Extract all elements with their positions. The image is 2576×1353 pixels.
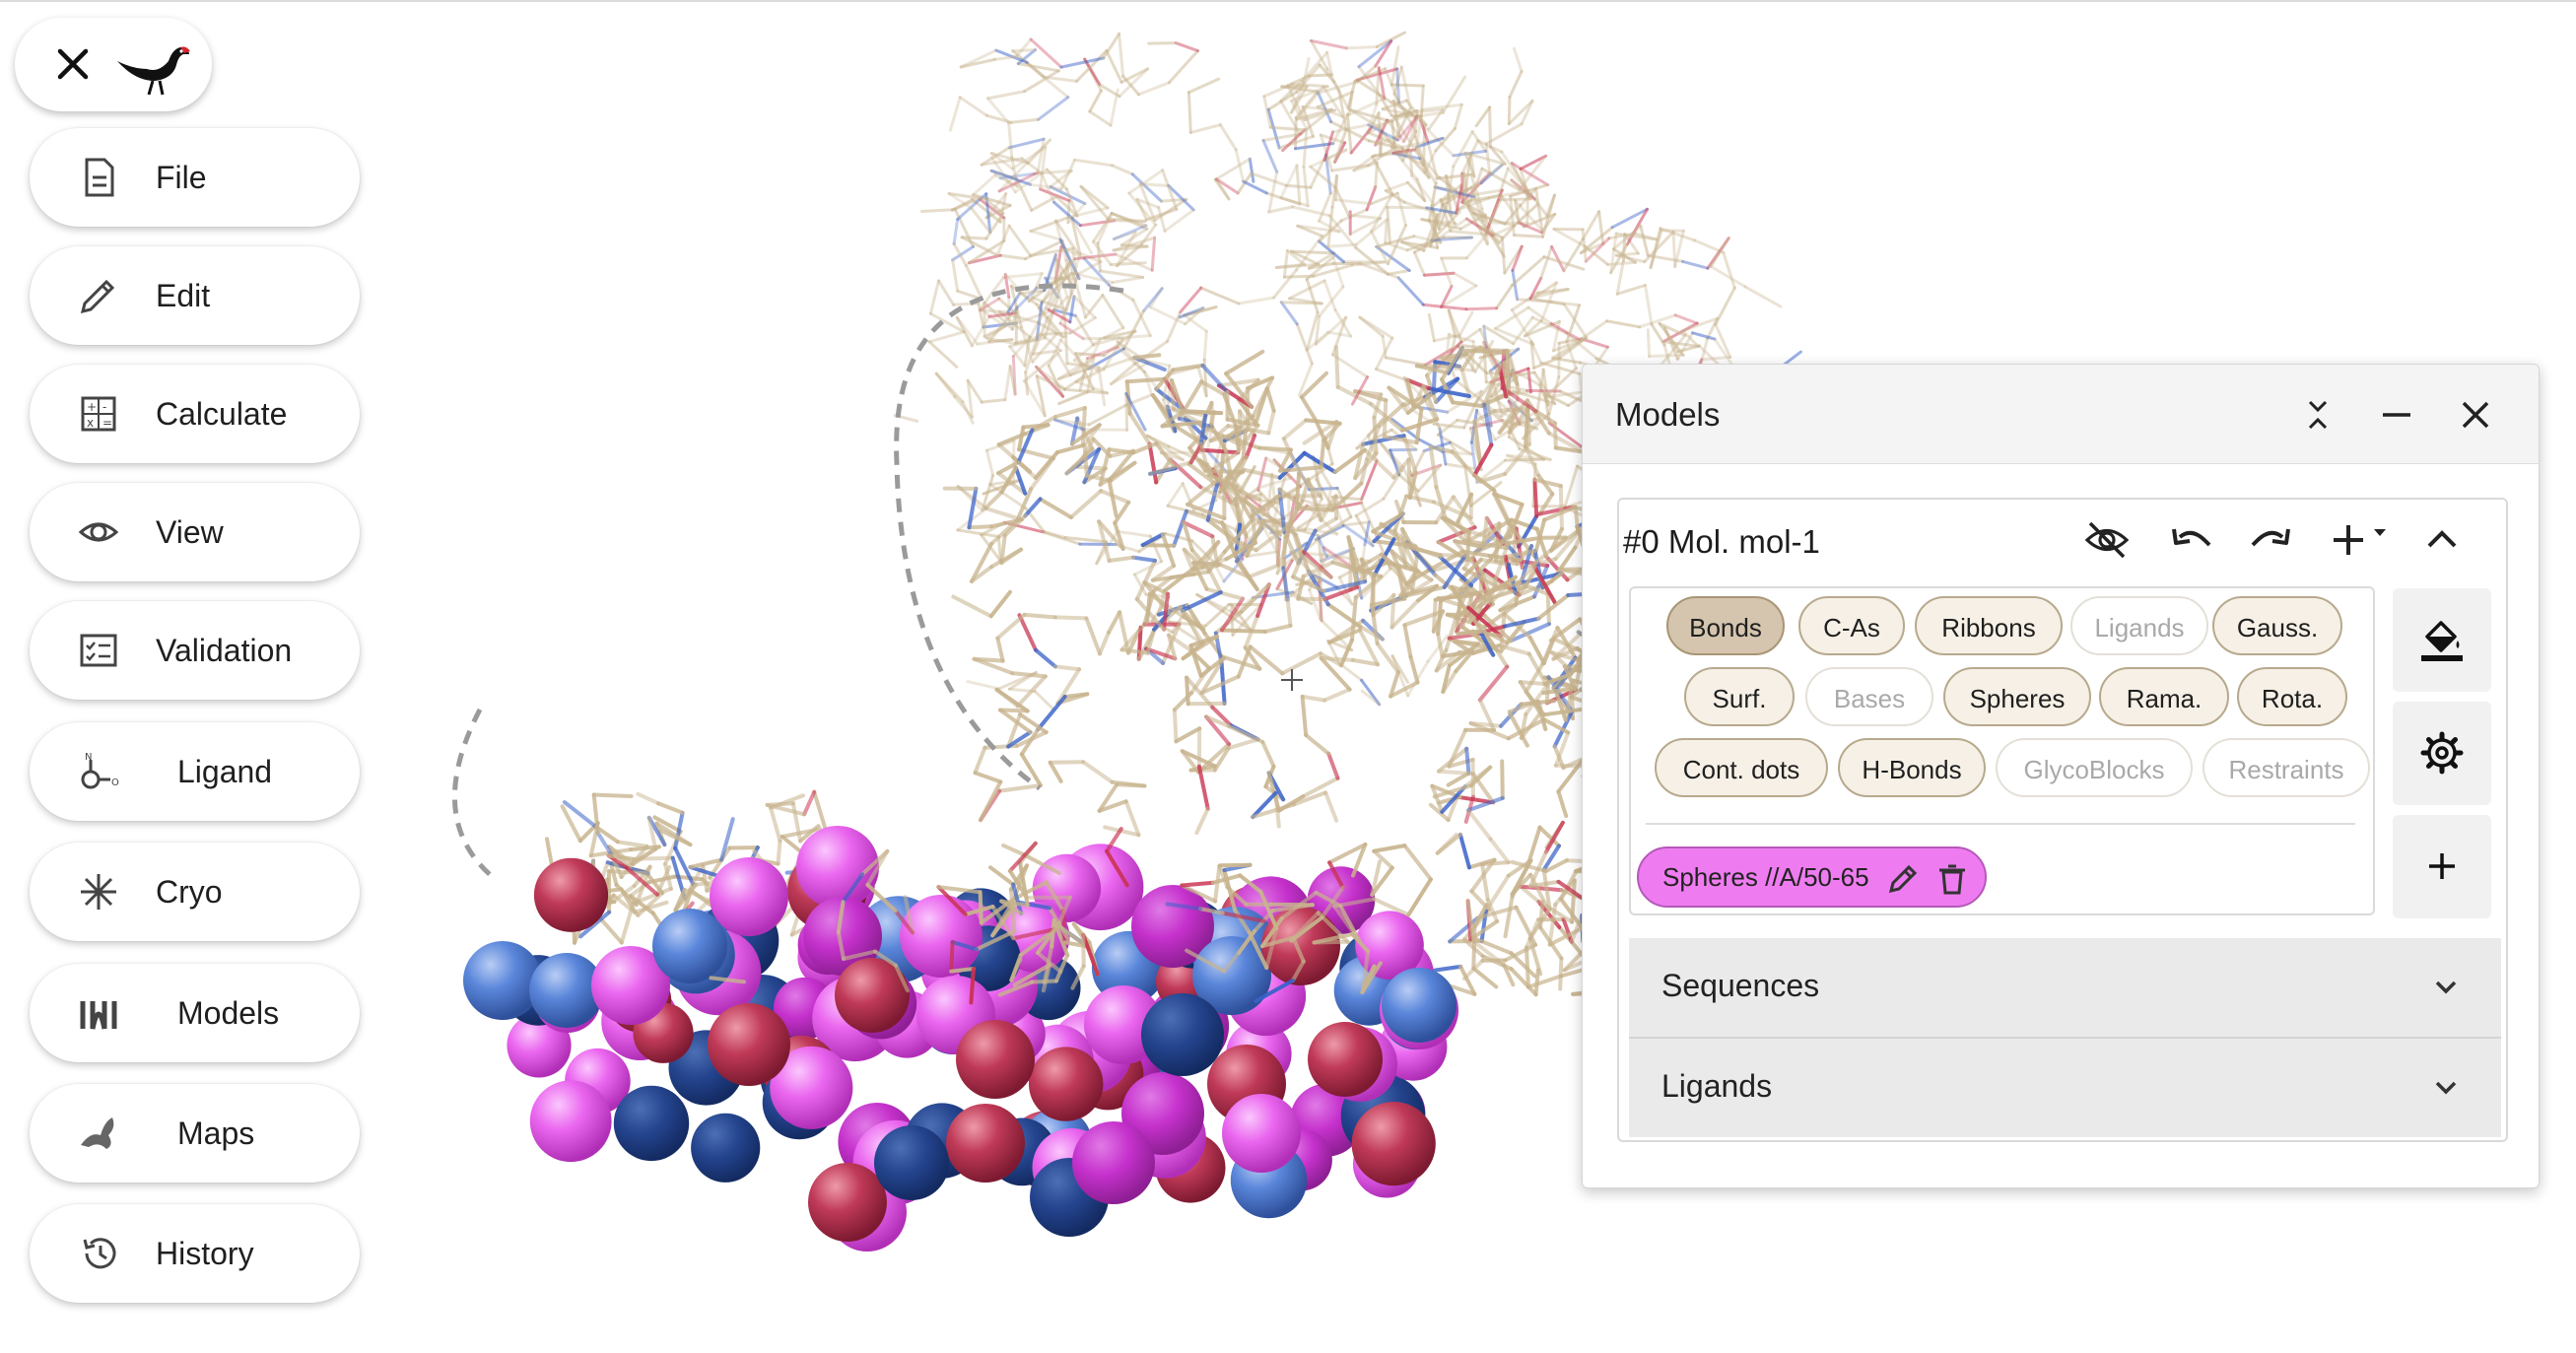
maps-icon [77,1112,120,1155]
chip-h-bonds[interactable]: H-Bonds [1838,738,1986,797]
menu-label: Calculate [156,394,287,434]
minimize-icon[interactable] [2376,394,2417,436]
add-representation-button[interactable] [2393,815,2491,918]
pencil-icon [77,274,120,317]
menu-label: Models [177,993,279,1033]
model-card: #0 Mol. mol-1 BondsC-AsRibbonsLigandsGau… [1617,498,2508,1142]
add-dropdown-icon[interactable] [2329,515,2392,565]
chip-restraints: Restraints [2203,738,2370,797]
app-logo-pill [15,18,212,111]
sequences-accordion-label: Sequences [1661,968,1819,1004]
snowflake-icon [77,870,120,913]
eye-icon [77,510,120,554]
ligands-accordion-label: Ligands [1661,1068,1772,1105]
svg-text:x: x [87,416,94,430]
menu-label: Validation [156,631,292,670]
chevron-up-icon[interactable] [2417,515,2467,565]
chip-gauss[interactable]: Gauss. [2212,596,2342,655]
chip-rama[interactable]: Rama. [2099,667,2229,726]
models-panel-header[interactable]: Models [1583,365,2539,464]
menu-history-button[interactable]: History [30,1204,360,1303]
custom-representation-label: Spheres //A/50-65 [1662,862,1869,893]
molecule-icon: NO [77,750,120,793]
menu-view-button[interactable]: View [30,483,360,581]
calculator-icon: +-x = [77,392,120,436]
paint-bucket-icon [2417,615,2467,664]
color-fill-button[interactable] [2393,588,2491,692]
svg-text:+: + [87,400,97,414]
menu-ligand-button[interactable]: NOLigand [30,722,360,821]
chip-c-as[interactable]: C-As [1798,596,1905,655]
redo-icon[interactable] [2247,515,2296,565]
models-panel: Models #0 Mol. mol-1 [1582,364,2540,1188]
pencil-icon[interactable] [1885,861,1921,897]
chevron-down-icon [2428,1070,2464,1106]
model-title: #0 Mol. mol-1 [1623,523,1820,561]
sequences-accordion[interactable]: Sequences [1629,938,2501,1037]
chip-divider [1646,823,2355,825]
chip-ligands: Ligands [2070,596,2208,655]
models-icon [77,991,120,1035]
chevron-down-icon [2428,970,2464,1005]
file-icon [77,156,120,199]
menu-label: History [156,1234,254,1273]
svg-text:N: N [85,752,92,763]
visibility-off-icon[interactable] [2082,515,2132,565]
svg-text:O: O [111,778,119,788]
missing-loop-dashed-line-left [454,710,493,877]
collapse-vertical-icon[interactable] [2297,394,2339,436]
custom-representation-chip[interactable]: Spheres //A/50-65 [1637,846,1987,908]
chip-bonds[interactable]: Bonds [1666,596,1785,655]
chip-glycoblocks: GlycoBlocks [1996,738,2193,797]
chip-cont-dots[interactable]: Cont. dots [1655,738,1828,797]
menu-calculate-button[interactable]: +-x = Calculate [30,365,360,463]
undo-icon[interactable] [2166,515,2215,565]
svg-text:-: - [102,400,106,414]
svg-text:=: = [102,416,112,430]
gear-icon [2417,728,2467,778]
menu-label: Cryo [156,872,223,912]
menu-label: Edit [156,276,210,315]
plus-icon [2417,842,2467,891]
chip-ribbons[interactable]: Ribbons [1915,596,2063,655]
menu-label: View [156,512,224,552]
viewport-top-border [0,0,2576,2]
chip-bases: Bases [1805,667,1933,726]
panel-title: Models [1615,396,1720,434]
menu-label: Ligand [177,752,272,791]
moorhen-logo-icon [113,39,192,97]
menu-cryo-button[interactable]: Cryo [30,843,360,941]
close-icon[interactable] [52,43,94,85]
ligands-accordion[interactable]: Ligands [1629,1039,2501,1137]
chip-surf[interactable]: Surf. [1684,667,1795,726]
chip-rota[interactable]: Rota. [2237,667,2347,726]
menu-label: File [156,158,207,197]
chip-spheres[interactable]: Spheres [1943,667,2091,726]
menu-label: Maps [177,1114,254,1153]
settings-button[interactable] [2393,702,2491,805]
close-icon[interactable] [2455,394,2496,436]
checklist-icon [77,629,120,672]
menu-edit-button[interactable]: Edit [30,246,360,345]
menu-maps-button[interactable]: Maps [30,1084,360,1183]
history-icon [77,1232,120,1275]
delete-icon[interactable] [1934,861,1970,897]
menu-models-button[interactable]: Models [30,964,360,1062]
menu-validation-button[interactable]: Validation [30,601,360,700]
representation-chips: BondsC-AsRibbonsLigandsGauss.Surf.BasesS… [1629,586,2375,915]
menu-file-button[interactable]: File [30,128,360,227]
